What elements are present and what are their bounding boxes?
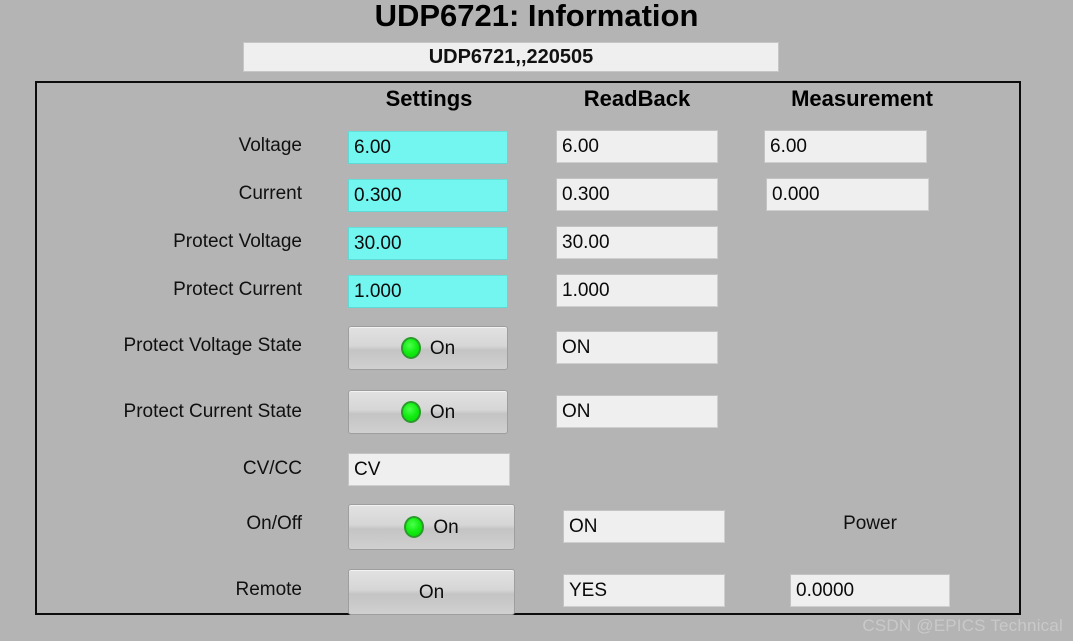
- protect-current-state-readback-field: ON: [556, 395, 718, 428]
- column-header-readback: ReadBack: [583, 86, 691, 111]
- voltage-measurement-field: 6.00: [764, 130, 927, 163]
- led-indicator-icon: [404, 516, 425, 538]
- row-label-current: Current: [238, 183, 302, 204]
- on-off-button-label: On: [433, 516, 459, 538]
- led-indicator-icon: [400, 401, 421, 423]
- page-title: UDP6721: Information: [374, 0, 699, 33]
- row-label-on-off: On/Off: [246, 513, 302, 534]
- udp6721-information-panel: UDP6721: Information UDP6721,,220505 Set…: [0, 0, 1073, 641]
- led-indicator-icon: [400, 337, 421, 359]
- power-measurement-label: Power: [843, 513, 897, 534]
- row-label-voltage: Voltage: [238, 135, 302, 156]
- protect-voltage-state-readback-field: ON: [556, 331, 718, 364]
- current-readback-field: 0.300: [556, 178, 718, 211]
- row-label-cv-cc: CV/CC: [242, 458, 302, 479]
- row-label-protect-current: Protect Current: [173, 279, 302, 300]
- remote-button-label: On: [418, 581, 445, 603]
- voltage-readback-field: 6.00: [556, 130, 718, 163]
- protect-current-state-button-label: On: [429, 401, 456, 423]
- on-off-readback-field: ON: [563, 510, 725, 543]
- column-header-settings: Settings: [385, 86, 473, 111]
- remote-readback-field: YES: [563, 574, 725, 607]
- protect-voltage-state-button-label: On: [429, 337, 456, 359]
- row-label-remote: Remote: [235, 579, 302, 600]
- protect-voltage-setting-field[interactable]: 30.00: [348, 227, 508, 260]
- protect-voltage-state-toggle-button[interactable]: On: [348, 326, 508, 370]
- remote-toggle-button[interactable]: On: [348, 569, 515, 615]
- output-on-off-toggle-button[interactable]: On: [348, 504, 515, 550]
- watermark-text: CSDN @EPICS Technical: [862, 616, 1063, 635]
- protect-current-readback-field: 1.000: [556, 274, 718, 307]
- protect-current-state-toggle-button[interactable]: On: [348, 390, 508, 434]
- protect-voltage-readback-field: 30.00: [556, 226, 718, 259]
- row-label-protect-current-state: Protect Current State: [123, 401, 302, 422]
- voltage-setting-field[interactable]: 6.00: [348, 131, 508, 164]
- cv-cc-status-field: CV: [348, 453, 510, 486]
- device-id-field: UDP6721,,220505: [243, 42, 779, 72]
- protect-current-setting-field[interactable]: 1.000: [348, 275, 508, 308]
- current-measurement-field: 0.000: [766, 178, 929, 211]
- column-header-measurement: Measurement: [791, 86, 933, 111]
- power-measurement-field: 0.0000: [790, 574, 950, 607]
- row-label-protect-voltage-state: Protect Voltage State: [123, 335, 302, 356]
- current-setting-field[interactable]: 0.300: [348, 179, 508, 212]
- row-label-protect-voltage: Protect Voltage: [173, 231, 302, 252]
